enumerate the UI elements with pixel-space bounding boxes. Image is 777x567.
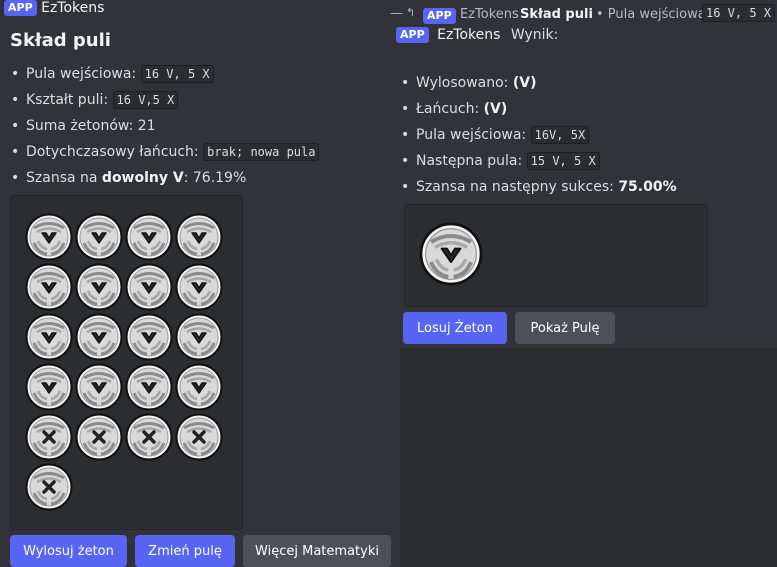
draw-token-button[interactable]: Wylosuj żeton [10,535,127,567]
x-token-icon [175,413,223,461]
pool-image[interactable] [10,195,243,530]
v-token-icon [175,263,223,311]
message-header: APP EzTokens Wynik: [396,27,558,43]
left-message-panel: APP EzTokens Skład puli Pula wejściowa: … [0,0,400,567]
reply-title: Skład puli [520,7,593,22]
x-token-icon [75,413,123,461]
reply-pool-value: 16 V, 5 X [702,4,776,22]
right-message-panel: — ↰ APP EzTokens Skład puli • Pula wejśc… [390,0,777,567]
v-token-icon [175,313,223,361]
chain-label: Łańcuch: [416,101,484,117]
v-token-icon [25,363,73,411]
embed-title: Skład puli [10,30,111,51]
drawn-token [419,222,483,286]
reply-line-icon: — [390,6,403,21]
chance-label: Szansa na [26,170,102,186]
reply-pool-label: • Pula wejściowa: [596,7,711,22]
chance-item: Szansa na dowolny V: 76.19% [10,165,319,191]
v-token-icon [175,363,223,411]
result-label: Wynik: [510,27,559,43]
reply-bot-name[interactable]: EzTokens [460,7,519,22]
pool-info-list: Pula wejściowa: 16 V, 5 X Kształt puli: … [10,61,320,191]
chance-value: : 76.19% [183,170,247,186]
drawn-item: Wylosowano: (V) [400,70,677,96]
bot-name[interactable]: EzTokens [41,0,104,16]
drawn-label: Wylosowano: [416,75,513,91]
pool-shape-label: Kształt puli: [26,92,113,108]
more-math-button[interactable]: Więcej Matematyki [243,535,391,567]
change-pool-button[interactable]: Zmień pulę [135,535,235,567]
v-token-icon [125,213,173,261]
chain-value: (V) [483,101,508,117]
v-token-icon [125,363,173,411]
v-token-icon [25,313,73,361]
x-token-icon [125,413,173,461]
v-token-icon [125,263,173,311]
token-sum-item: Suma żetonów: 21 [10,113,319,139]
v-token-icon [175,213,223,261]
next-pool-value: 15 V, 5 X [526,152,600,170]
input-pool-label: Pula wejściowa: [416,127,531,143]
token-sum-value: 21 [137,118,156,134]
v-token-icon [75,313,123,361]
v-token-icon [75,213,123,261]
input-pool-label: Pula wejściowa: [26,66,141,82]
app-badge: APP [396,27,429,43]
input-pool-value: 16V, 5X [530,126,590,144]
next-chance-value: 75.00% [618,179,677,195]
chain-value: brak; nowa pula [203,143,320,161]
show-pool-button[interactable]: Pokaż Pulę [515,312,615,344]
result-message: — ↰ APP EzTokens Skład puli • Pula wejśc… [390,0,777,348]
input-pool-item: Pula wejściowa: 16V, 5X [400,122,677,148]
chance-target: dowolny V [101,170,184,186]
token-grid [25,213,223,511]
v-token-icon [125,313,173,361]
result-info-list: Wylosowano: (V) Łańcuch: (V) Pula wejści… [400,70,677,200]
chain-item: Dotychczasowy łańcuch: brak; nowa pula [10,139,320,165]
x-token-icon [25,413,73,461]
v-token-icon [25,263,73,311]
drawn-value: (V) [512,75,537,91]
x-token-icon [25,463,73,511]
chain-label: Dotychczasowy łańcuch: [26,144,204,160]
next-chance-item: Szansa na następny sukces: 75.00% [400,174,677,200]
bot-name[interactable]: EzTokens [437,27,500,43]
v-token-icon [75,363,123,411]
pool-shape-item: Kształt puli: 16 V,5 X [10,87,319,113]
draw-token-button[interactable]: Losuj Żeton [403,312,507,344]
v-token-icon [75,263,123,311]
app-badge: APP [4,0,37,16]
reply-arrow-icon: ↰ [406,6,416,19]
next-pool-item: Następna pula: 15 V, 5 X [400,148,677,174]
next-pool-label: Następna pula: [416,153,527,169]
next-chance-label: Szansa na następny sukces: [416,179,619,195]
input-pool-item: Pula wejściowa: 16 V, 5 X [10,61,319,87]
v-token-icon [419,222,483,286]
input-pool-value: 16 V, 5 X [140,65,214,83]
reply-app-badge: APP [423,8,456,24]
drawn-token-image[interactable] [404,204,708,307]
message-header: APP EzTokens [4,0,104,18]
pool-shape-value: 16 V,5 X [112,91,179,109]
chain-item: Łańcuch: (V) [400,96,677,122]
token-sum-label: Suma żetonów: [26,118,138,134]
v-token-icon [25,213,73,261]
